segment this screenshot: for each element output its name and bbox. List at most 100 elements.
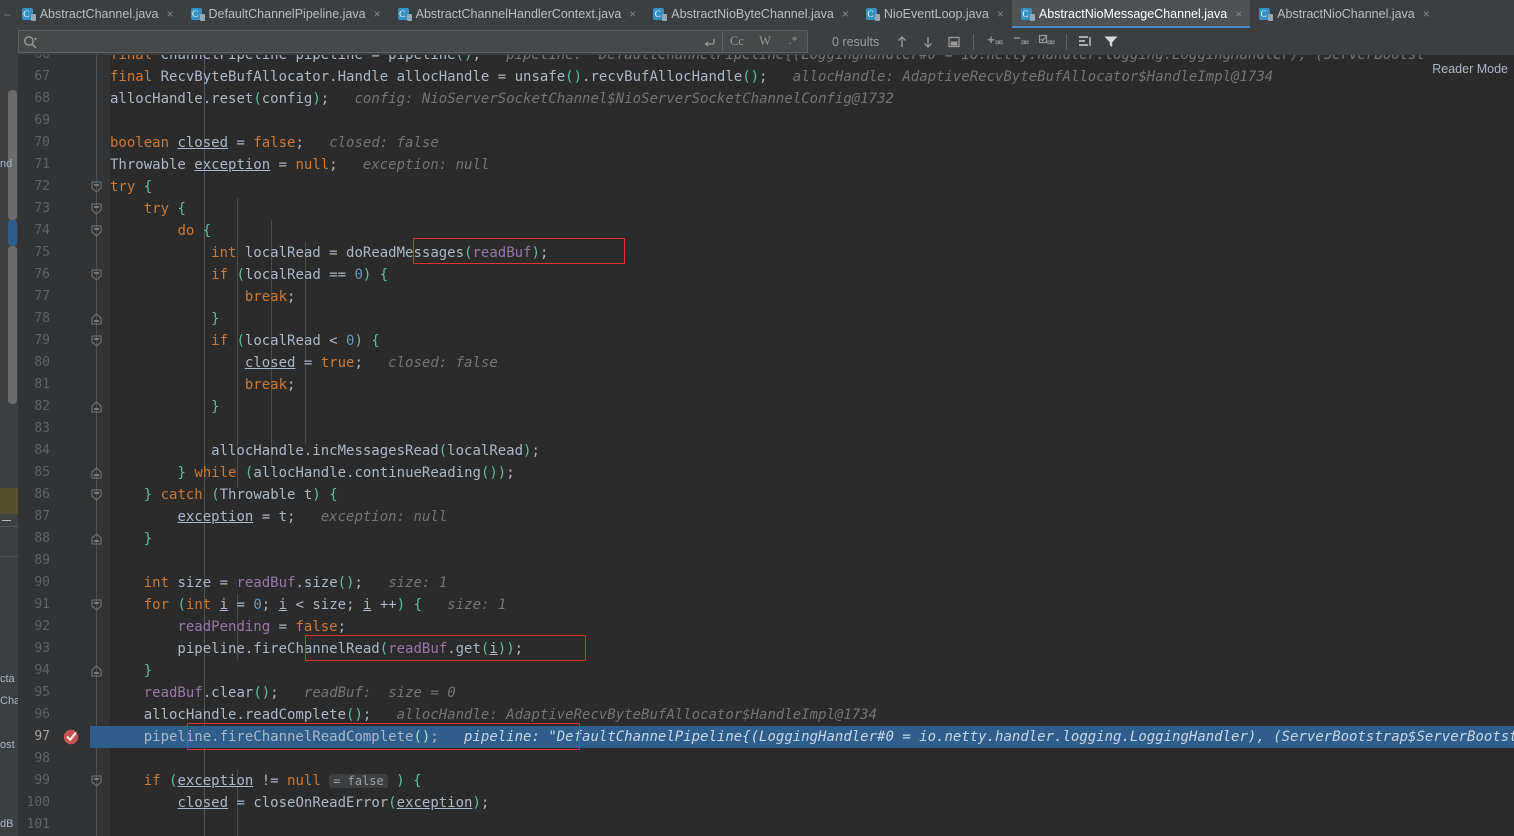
search-icon[interactable] [19,31,41,53]
line-number: 83 [34,421,50,436]
close-icon[interactable]: × [997,8,1004,20]
line-number: 81 [34,377,50,392]
background-text-fragment: cta [0,673,15,685]
editor-tab-abstractchannelhandlercontext[interactable]: AbstractChannelHandlerContext.java × [389,0,645,28]
breakpoint-verified-icon[interactable] [62,728,82,745]
filter-icon[interactable] [1099,30,1125,54]
search-input[interactable] [41,31,698,52]
code-line-85: } while (allocHandle.continueReading()); [177,465,515,481]
fold-marker-up[interactable] [89,400,104,415]
line-number: 72 [34,179,50,194]
code-line-90: int size = readBuf.size(); size: 1 [143,575,448,591]
fold-marker-down[interactable] [89,598,104,613]
line-number: 66 [18,55,50,66]
fold-marker-up[interactable] [89,312,104,327]
find-field-container[interactable]: Cc W .* [18,30,808,53]
java-class-icon [1020,7,1035,21]
editor-tab-abstractniomessagechannel[interactable]: AbstractNioMessageChannel.java × [1011,0,1251,28]
code-line-80: closed = true; closed: false [244,355,498,371]
line-number: 90 [34,575,50,590]
close-icon[interactable]: × [1235,8,1242,20]
add-selection-icon[interactable] [982,30,1008,54]
code-line-95: readBuf.clear(); readBuf: size = 0 [143,685,456,701]
code-line-86: } catch (Throwable t) { [143,487,338,503]
arrow-down-icon[interactable] [915,30,941,54]
close-icon[interactable]: × [167,8,174,20]
find-in-selection-icon[interactable] [1073,30,1099,54]
close-icon[interactable]: × [1423,8,1430,20]
fold-marker-down[interactable] [89,224,104,239]
code-line-75: int localRead = doReadMessages(readBuf); [211,245,549,261]
editor-tab-defaultchannelpipeline[interactable]: DefaultChannelPipeline.java × [182,0,389,28]
fold-marker-up[interactable] [89,532,104,547]
code-line-99: if (exception != null = false ) { [143,773,422,789]
fold-marker-up[interactable] [89,664,104,679]
java-class-icon [190,7,205,21]
code-line-91: for (int i = 0; i < size; i ++) { size: … [143,597,507,613]
code-line-67: final RecvByteBufAllocator.Handle allocH… [110,69,1274,85]
background-text-fragment: ost [0,739,15,751]
line-number: 79 [34,333,50,348]
code-line-76: if (localRead == 0) { [211,267,389,283]
tab-label: AbstractNioByteChannel.java [671,7,834,21]
code-line-100: closed = closeOnReadError(exception); [177,795,490,811]
line-number: 82 [34,399,50,414]
line-number: 69 [34,113,50,128]
code-line-93: pipeline.fireChannelRead(readBuf.get(i))… [110,641,524,657]
line-number: 101 [26,817,50,832]
close-icon[interactable]: × [842,8,849,20]
words-toggle[interactable]: W [751,30,779,53]
code-line-88: } [143,531,153,547]
fold-marker-down[interactable] [89,774,104,789]
ide-window: nd cta Cha ost dB – AbstractChannel.java… [0,0,1514,836]
fold-marker-down[interactable] [89,334,104,349]
tab-label: DefaultChannelPipeline.java [208,7,366,21]
line-number-current: 97 [34,729,50,744]
line-number: 77 [34,289,50,304]
fold-marker-down[interactable] [89,268,104,283]
java-class-icon [21,7,36,21]
background-scrollbar-upper[interactable] [8,90,17,220]
line-number: 99 [34,773,50,788]
line-number: 68 [34,91,50,106]
close-icon[interactable]: × [374,8,381,20]
code-line-92: readPending = false; [177,619,347,635]
background-tool-panel: nd cta Cha ost dB [0,28,20,836]
code-editor[interactable]: 66 67 68 69 70 71 72 73 74 75 76 77 78 7… [18,55,1514,836]
select-all-occurrences-icon[interactable] [941,30,967,54]
reader-mode-label[interactable]: Reader Mode [1432,62,1508,76]
fold-marker-down[interactable] [89,488,104,503]
match-case-toggle[interactable]: Cc [723,30,751,53]
toolbar-separator-2 [1066,33,1068,50]
editor-tab-abstractniochannel[interactable]: AbstractNioChannel.java × [1250,0,1438,28]
toolbar-separator [973,33,975,50]
fold-guide-line [96,55,97,836]
regex-toggle[interactable]: .* [779,30,807,53]
editor-tab-nioeventloop[interactable]: NioEventLoop.java × [857,0,1012,28]
tab-label: AbstractChannelHandlerContext.java [415,7,622,21]
line-number: 80 [34,355,50,370]
background-scrollbar-selected[interactable] [8,220,17,246]
line-number: 89 [34,553,50,568]
code-line-71: Throwable exception = null; exception: n… [110,157,490,173]
remove-selection-icon[interactable] [1008,30,1034,54]
close-icon[interactable]: × [629,8,636,20]
tab-bar-leading-marker: – [4,7,11,21]
arrow-up-icon[interactable] [889,30,915,54]
code-line-81: break; [244,377,296,393]
fold-marker-down[interactable] [89,202,104,217]
find-selection-group [982,30,1060,54]
tab-label: AbstractChannel.java [39,7,159,21]
line-number: 92 [34,619,50,634]
editor-gutter[interactable]: 66 67 68 69 70 71 72 73 74 75 76 77 78 7… [18,55,110,836]
fold-marker-up[interactable] [89,466,104,481]
background-highlight-row [0,488,18,514]
fold-marker-down[interactable] [89,180,104,195]
editor-tab-abstractchannel[interactable]: AbstractChannel.java × [13,0,182,28]
background-scrollbar-lower[interactable] [8,246,17,404]
multiline-toggle-icon[interactable] [698,31,722,53]
line-number: 98 [34,751,50,766]
code-content[interactable]: final ChannelPipeline pipeline = pipelin… [110,55,1514,836]
editor-tab-abstractniobytechannel[interactable]: AbstractNioByteChannel.java × [644,0,857,28]
select-occurrences-icon[interactable] [1034,30,1060,54]
